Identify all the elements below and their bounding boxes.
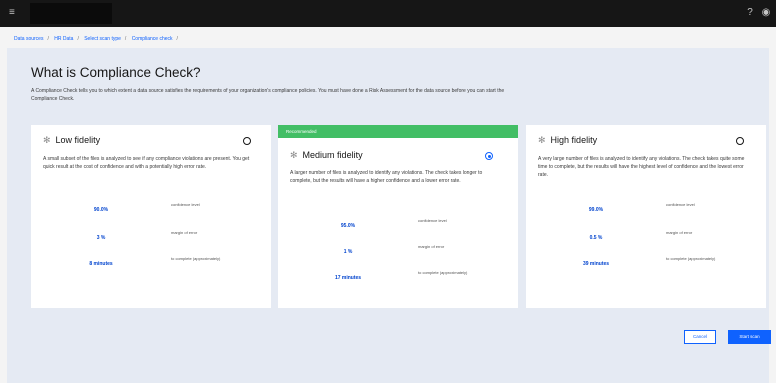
metric-margin: 0.5 % margin of error	[526, 229, 766, 253]
card-header: ✻ Low fidelity	[43, 135, 100, 145]
card-description: A larger number of files is analyzed to …	[290, 170, 483, 184]
metric-label: confidence level	[418, 218, 447, 223]
metric-confidence: 95.0% confidence level	[278, 217, 518, 241]
card-header: ✻ Medium fidelity	[290, 150, 363, 160]
page-intro: A Compliance Check tells you to which ex…	[31, 88, 505, 102]
metric-value: 8 minutes	[89, 261, 113, 267]
metric-label: margin of error	[171, 230, 198, 235]
card-title: Low fidelity	[55, 135, 101, 145]
brand-logo[interactable]	[30, 3, 112, 24]
radio-high-fidelity[interactable]	[736, 137, 744, 145]
snowflake-icon: ✻	[43, 135, 51, 145]
metric-label: confidence level	[666, 202, 695, 207]
user-avatar-icon[interactable]: ◉	[760, 7, 772, 19]
metric-value: 90.0%	[93, 207, 109, 213]
card-title: High fidelity	[550, 135, 598, 145]
snowflake-icon: ✻	[290, 150, 298, 160]
breadcrumb: Data sources / HR Data / Select scan type /…	[14, 34, 182, 44]
card-title: Medium fidelity	[302, 150, 363, 160]
radio-medium-fidelity[interactable]	[485, 152, 493, 160]
metric-value: 0.5 %	[589, 235, 603, 241]
help-icon[interactable]: ?	[744, 7, 756, 19]
card-header: ✻ High fidelity	[538, 135, 597, 145]
breadcrumb-compliance-check[interactable]: Compliance check	[132, 36, 173, 42]
main-content: What is Compliance Check? A Compliance C…	[7, 48, 771, 383]
start-scan-button[interactable]: Start scan	[728, 330, 771, 344]
metric-time: 8 minutes to complete (approximately)	[31, 255, 271, 279]
breadcrumb-select-scan-type[interactable]: Select scan type	[84, 36, 121, 42]
metric-confidence: 99.0% confidence level	[526, 201, 766, 225]
metric-label: to complete (approximately)	[418, 270, 468, 275]
metric-margin: 3 % margin of error	[31, 229, 271, 253]
metric-confidence: 90.0% confidence level	[31, 201, 271, 225]
breadcrumb-separator: /	[124, 36, 127, 42]
metric-margin: 1 % margin of error	[278, 243, 518, 267]
page-title: What is Compliance Check?	[31, 65, 201, 80]
breadcrumb-hr-data[interactable]: HR Data	[54, 36, 73, 42]
metric-value: 3 %	[96, 235, 106, 241]
metric-value: 1 %	[343, 249, 353, 255]
top-bar: ≡ ? ◉	[0, 0, 776, 27]
breadcrumb-data-sources[interactable]: Data sources	[14, 36, 43, 42]
option-card-high-fidelity[interactable]: ✻ High fidelity A very large number of f…	[526, 125, 766, 308]
metric-label: to complete (approximately)	[666, 256, 716, 261]
metric-time: 17 minutes to complete (approximately)	[278, 269, 518, 293]
metric-value: 17 minutes	[334, 275, 362, 281]
option-card-medium-fidelity[interactable]: Recommended ✻ Medium fidelity A larger n…	[278, 125, 518, 308]
metric-time: 39 minutes to complete (approximately)	[526, 255, 766, 279]
metric-label: margin of error	[418, 244, 445, 249]
card-description: A small subset of the files is analyzed …	[43, 156, 250, 170]
radio-low-fidelity[interactable]	[243, 137, 251, 145]
breadcrumb-separator: /	[77, 36, 79, 42]
snowflake-icon: ✻	[538, 135, 546, 145]
metric-label: confidence level	[171, 202, 200, 207]
metric-value: 95.0%	[340, 223, 356, 229]
option-card-low-fidelity[interactable]: ✻ Low fidelity A small subset of the fil…	[31, 125, 271, 308]
recommended-banner: Recommended	[278, 125, 518, 138]
card-description: A very large number of files is analyzed…	[538, 156, 745, 178]
metric-value: 39 minutes	[582, 261, 610, 267]
breadcrumb-separator: /	[176, 36, 178, 42]
cancel-button[interactable]: Cancel	[684, 330, 716, 344]
hamburger-menu-icon[interactable]: ≡	[9, 7, 21, 19]
metric-label: to complete (approximately)	[171, 256, 221, 261]
metric-value: 99.0%	[588, 207, 604, 213]
breadcrumb-separator: /	[47, 36, 49, 42]
metric-label: margin of error	[666, 230, 693, 235]
